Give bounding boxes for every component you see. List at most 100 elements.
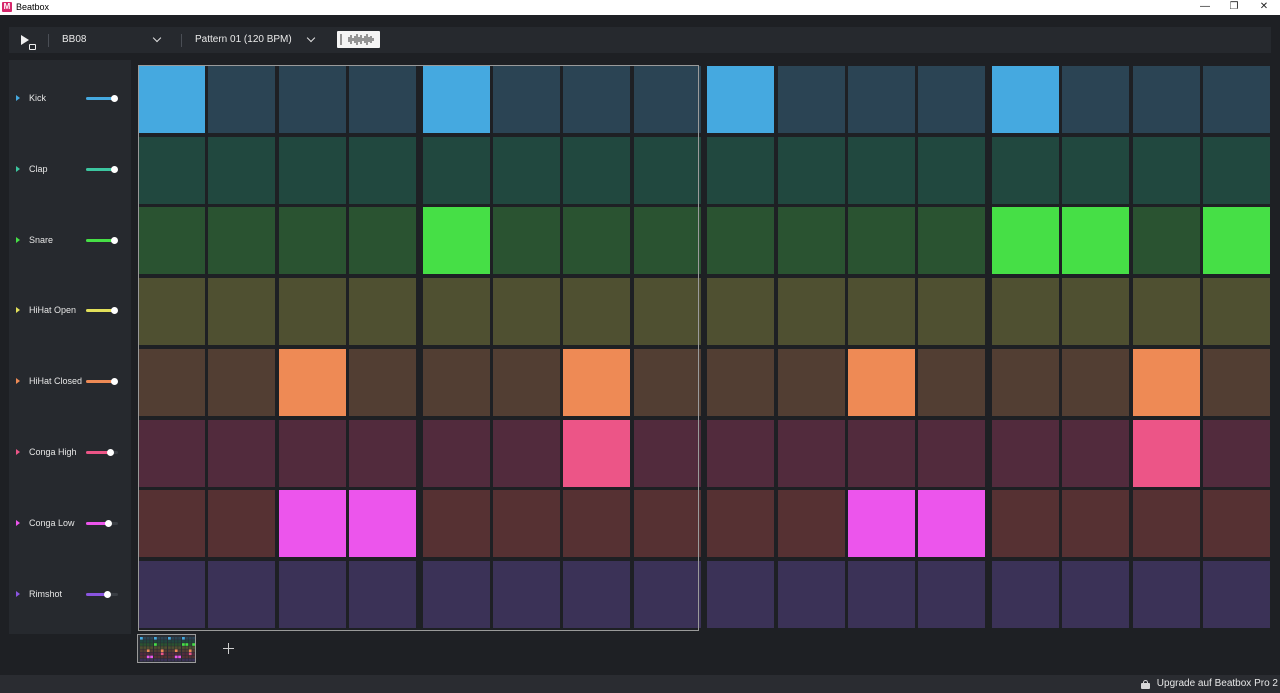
step-cell[interactable]	[278, 66, 346, 133]
step-cell[interactable]	[348, 560, 416, 628]
step-cell[interactable]	[1062, 66, 1130, 133]
step-cell[interactable]	[707, 419, 775, 487]
volume-slider-knob[interactable]	[111, 378, 119, 386]
step-cell[interactable]	[138, 560, 205, 628]
step-cell-active[interactable]	[1132, 348, 1200, 416]
step-cell[interactable]	[777, 207, 845, 275]
step-cell[interactable]	[633, 490, 701, 558]
step-cell[interactable]	[848, 136, 915, 204]
maximize-button[interactable]: ❐	[1219, 0, 1249, 15]
step-cell[interactable]	[208, 136, 276, 204]
step-cell-active[interactable]	[348, 490, 416, 558]
step-cell[interactable]	[992, 419, 1060, 487]
step-cell[interactable]	[707, 207, 775, 275]
step-cell[interactable]	[918, 136, 986, 204]
step-cell[interactable]	[138, 419, 205, 487]
volume-slider[interactable]	[86, 236, 119, 244]
step-cell[interactable]	[493, 207, 560, 275]
step-cell[interactable]	[493, 136, 560, 204]
volume-slider[interactable]	[86, 590, 118, 598]
volume-slider-knob[interactable]	[111, 236, 119, 244]
step-cell[interactable]	[633, 278, 701, 346]
step-cell[interactable]	[1203, 278, 1270, 346]
step-cell[interactable]	[278, 278, 346, 346]
step-cell[interactable]	[1062, 419, 1130, 487]
step-cell[interactable]	[208, 560, 276, 628]
step-cell[interactable]	[493, 278, 560, 346]
step-cell[interactable]	[633, 419, 701, 487]
step-cell[interactable]	[493, 490, 560, 558]
step-cell[interactable]	[848, 66, 915, 133]
step-cell[interactable]	[633, 207, 701, 275]
volume-slider[interactable]	[86, 378, 119, 386]
step-cell[interactable]	[278, 419, 346, 487]
volume-slider[interactable]	[86, 449, 118, 456]
step-cell-active[interactable]	[138, 66, 205, 133]
pattern-dropdown[interactable]: Pattern 01 (120 BPM)	[195, 27, 325, 53]
step-cell-active[interactable]	[422, 66, 490, 133]
step-cell[interactable]	[208, 207, 276, 275]
step-cell[interactable]	[348, 207, 416, 275]
step-cell[interactable]	[918, 66, 986, 133]
step-cell[interactable]	[992, 490, 1060, 558]
step-cell-active[interactable]	[563, 419, 631, 487]
step-cell[interactable]	[1132, 278, 1200, 346]
step-cell[interactable]	[633, 348, 701, 416]
step-cell[interactable]	[563, 560, 631, 628]
add-pattern-button[interactable]	[219, 639, 238, 658]
step-cell[interactable]	[707, 278, 775, 346]
step-cell[interactable]	[138, 278, 205, 346]
step-cell[interactable]	[1062, 348, 1130, 416]
step-cell[interactable]	[138, 490, 205, 558]
volume-slider-knob[interactable]	[111, 95, 119, 102]
step-cell[interactable]	[278, 560, 346, 628]
step-cell[interactable]	[348, 278, 416, 346]
step-cell[interactable]	[563, 136, 631, 204]
step-cell-active[interactable]	[992, 66, 1060, 133]
step-cell[interactable]	[1203, 66, 1270, 133]
volume-slider-knob[interactable]	[105, 519, 113, 527]
step-cell-active[interactable]	[422, 207, 490, 275]
step-cell[interactable]	[1203, 419, 1270, 487]
step-cell[interactable]	[493, 560, 560, 628]
step-cell[interactable]	[1132, 207, 1200, 275]
minimize-button[interactable]: —	[1190, 0, 1220, 15]
step-cell[interactable]	[1132, 560, 1200, 628]
step-cell[interactable]	[138, 136, 205, 204]
step-cell[interactable]	[493, 348, 560, 416]
kit-dropdown[interactable]: BB08	[62, 27, 170, 53]
step-cell[interactable]	[707, 560, 775, 628]
step-cell[interactable]	[918, 560, 986, 628]
step-cell[interactable]	[633, 136, 701, 204]
expand-arrow-icon[interactable]	[16, 95, 20, 101]
step-cell[interactable]	[1062, 136, 1130, 204]
step-cell-active[interactable]	[707, 66, 775, 133]
step-cell[interactable]	[848, 278, 915, 346]
step-cell[interactable]	[422, 419, 490, 487]
step-cell[interactable]	[208, 66, 276, 133]
step-cell-active[interactable]	[1062, 207, 1130, 275]
step-cell[interactable]	[918, 348, 986, 416]
volume-slider[interactable]	[86, 95, 119, 102]
step-cell[interactable]	[918, 419, 986, 487]
step-cell[interactable]	[493, 419, 560, 487]
step-cell-active[interactable]	[848, 490, 915, 558]
step-cell-active[interactable]	[1132, 419, 1200, 487]
step-cell[interactable]	[992, 560, 1060, 628]
close-button[interactable]: ✕	[1249, 0, 1279, 15]
expand-arrow-icon[interactable]	[16, 519, 20, 526]
step-cell[interactable]	[918, 207, 986, 275]
step-cell[interactable]	[563, 278, 631, 346]
volume-slider[interactable]	[86, 519, 118, 527]
expand-arrow-icon[interactable]	[16, 449, 20, 455]
step-cell[interactable]	[1203, 560, 1270, 628]
step-cell[interactable]	[707, 348, 775, 416]
step-cell-active[interactable]	[918, 490, 986, 558]
step-cell[interactable]	[777, 490, 845, 558]
step-cell[interactable]	[992, 348, 1060, 416]
step-cell[interactable]	[208, 490, 276, 558]
step-cell[interactable]	[278, 136, 346, 204]
step-cell[interactable]	[278, 207, 346, 275]
step-cell-active[interactable]	[278, 490, 346, 558]
step-cell[interactable]	[348, 419, 416, 487]
